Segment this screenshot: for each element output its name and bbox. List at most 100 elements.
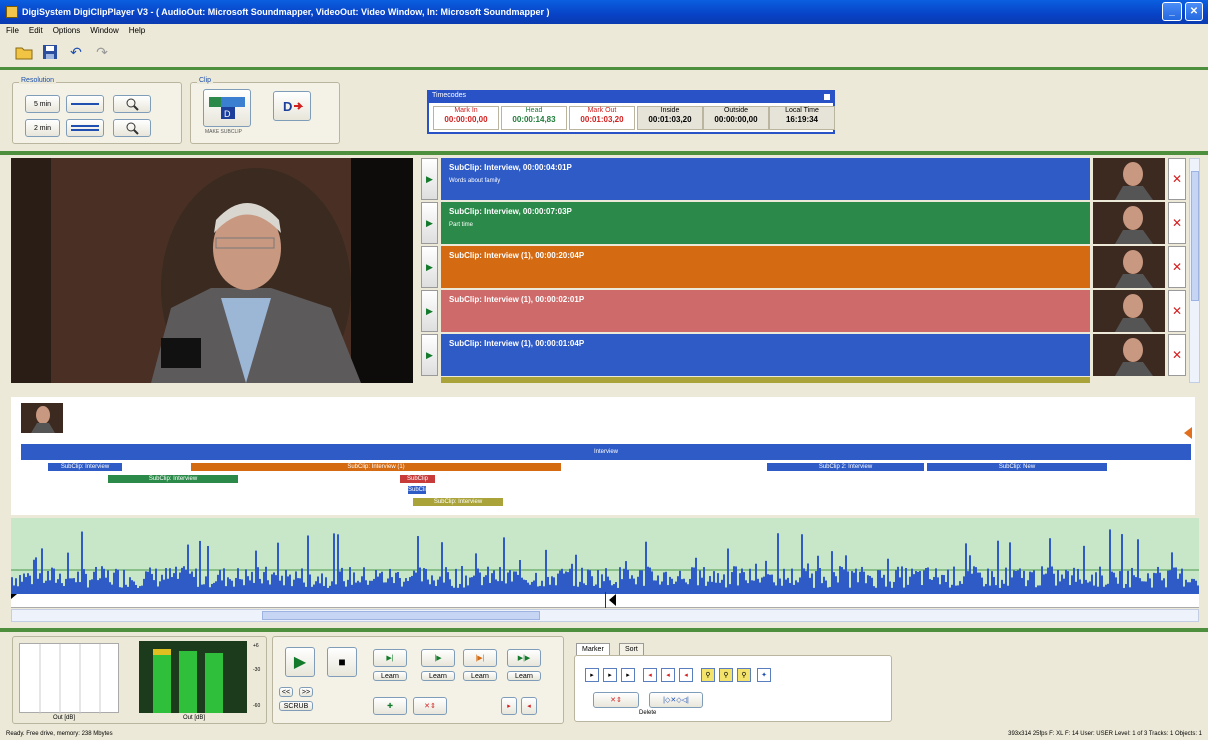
timeline[interactable]: Interview SubClip: Interview SubClip: In…	[11, 397, 1195, 515]
marker-search-icon[interactable]: ⚲	[737, 668, 751, 682]
learn-button[interactable]: Learn	[507, 671, 541, 681]
delete-marker-icon[interactable]: ✕⇕	[413, 697, 447, 715]
learn-button[interactable]: Learn	[463, 671, 497, 681]
inside-cell: Inside 00:01:03,20	[637, 106, 703, 130]
minimize-button[interactable]: _	[1162, 2, 1182, 21]
delete-selected-button[interactable]: ✕⇕	[593, 692, 639, 708]
playhead[interactable]	[605, 592, 606, 608]
rewind-button[interactable]: <<	[279, 687, 293, 697]
timeline-scroll-thumb[interactable]	[262, 611, 540, 620]
waveform-sample	[855, 568, 857, 594]
goto-end-button[interactable]: |▶|	[463, 649, 497, 667]
learn-button[interactable]: Learn	[421, 671, 455, 681]
zoom-split-button[interactable]	[66, 119, 104, 137]
marker-tool-icon[interactable]: ◂	[643, 668, 657, 682]
timeline-bar[interactable]: SubClip: Interview	[48, 463, 122, 471]
marker-search-icon[interactable]: ⚲	[701, 668, 715, 682]
add-marker-icon[interactable]: ✚	[373, 697, 407, 715]
step-forward-button[interactable]: |▶	[421, 649, 455, 667]
mark-out-icon[interactable]: ◂	[521, 697, 537, 715]
timeline-bar[interactable]: SubClip: Interview (1)	[191, 463, 561, 471]
menu-window[interactable]: Window	[90, 26, 118, 35]
subclip-play-button[interactable]: ▶	[421, 202, 438, 244]
subclip-row[interactable]: SubClip: Interview (1), 00:00:20:04P	[441, 246, 1090, 288]
menu-edit[interactable]: Edit	[29, 26, 43, 35]
timeline-bar[interactable]: SubClip	[400, 475, 435, 483]
timecode-close-icon[interactable]	[823, 93, 831, 101]
marker-tool-icon[interactable]: ▸	[621, 668, 635, 682]
menu-file[interactable]: File	[6, 26, 19, 35]
time-ruler[interactable]	[11, 592, 1199, 608]
menu-help[interactable]: Help	[129, 26, 145, 35]
two-min-button[interactable]: 2 min	[25, 119, 60, 137]
delete-subclip-icon[interactable]: ✕	[1168, 246, 1186, 288]
waveform-sample	[1091, 574, 1093, 594]
waveform-sample	[53, 568, 55, 594]
close-button[interactable]: ✕	[1185, 2, 1203, 21]
stop-button[interactable]: ■	[327, 647, 357, 677]
tab-marker[interactable]: Marker	[576, 643, 610, 655]
timeline-bar[interactable]: SubClip: New	[927, 463, 1107, 471]
zoom-out-button[interactable]	[113, 119, 151, 137]
subclip-row[interactable]: SubClip: Interview (1), 00:00:01:04P	[441, 334, 1090, 376]
marker-tool-icon[interactable]: ▸	[585, 668, 599, 682]
waveform-sample	[547, 576, 549, 594]
timeline-end-marker-icon[interactable]	[1184, 427, 1192, 439]
redo-icon[interactable]: ↷	[92, 42, 112, 62]
subclip-play-button[interactable]: ▶	[421, 158, 438, 200]
zoom-line-button[interactable]	[66, 95, 104, 113]
waveform-sample	[763, 576, 765, 594]
timeline-bar[interactable]: SubClip	[408, 486, 426, 494]
waveform-sample	[905, 567, 907, 594]
subclip-scroll-thumb[interactable]	[1191, 171, 1199, 301]
waveform-sample	[425, 568, 427, 594]
delete-all-button[interactable]: |◇✕◇◁|	[649, 692, 703, 708]
waveform-sample	[405, 578, 407, 594]
subclip-row[interactable]: SubClip: Interview, 00:00:04:01P Words a…	[441, 158, 1090, 200]
scrub-button[interactable]: SCRUB	[279, 701, 313, 711]
timeline-bar[interactable]: SubClip 2: Interview	[767, 463, 924, 471]
marker-search-icon[interactable]: ⚲	[719, 668, 733, 682]
play-range-button[interactable]: ▶|▶	[507, 649, 541, 667]
export-clip-button[interactable]: D	[273, 91, 311, 121]
marker-tool-icon[interactable]: ◂	[661, 668, 675, 682]
subclip-play-button[interactable]: ▶	[421, 334, 438, 376]
timeline-scrollbar[interactable]	[11, 609, 1199, 622]
save-icon[interactable]	[40, 42, 60, 62]
timeline-bar[interactable]: SubClip: Interview	[108, 475, 238, 483]
subclip-row[interactable]: SubClip: Interview, 00:00:07:03P Part ti…	[441, 202, 1090, 244]
goto-start-button[interactable]: ▶|	[373, 649, 407, 667]
waveform-sample	[1043, 574, 1045, 594]
delete-subclip-icon[interactable]: ✕	[1168, 158, 1186, 200]
five-min-button[interactable]: 5 min	[25, 95, 60, 113]
marker-settings-icon[interactable]: ✦	[757, 668, 771, 682]
marker-tool-icon[interactable]: ▸	[603, 668, 617, 682]
timeline-bar[interactable]: SubClip: Interview	[413, 498, 503, 506]
open-folder-icon[interactable]	[14, 42, 34, 62]
waveform-sample	[503, 537, 505, 594]
subclip-scrollbar[interactable]	[1189, 158, 1200, 383]
mark-in-icon[interactable]: ▸	[501, 697, 517, 715]
delete-subclip-icon[interactable]: ✕	[1168, 290, 1186, 332]
timeline-main-bar[interactable]: Interview	[21, 444, 1191, 460]
subclip-row[interactable]: SubClip: Interview (1), 00:00:02:01P	[441, 290, 1090, 332]
subclip-play-button[interactable]: ▶	[421, 290, 438, 332]
zoom-in-button[interactable]	[113, 95, 151, 113]
waveform-sample	[207, 545, 209, 594]
undo-icon[interactable]: ↶	[66, 42, 86, 62]
waveform-sample	[983, 586, 985, 594]
learn-button[interactable]: Learn	[373, 671, 407, 681]
tab-sort[interactable]: Sort	[619, 643, 644, 655]
play-button[interactable]: ▶	[285, 647, 315, 677]
delete-subclip-icon[interactable]: ✕	[1168, 334, 1186, 376]
fast-forward-button[interactable]: >>	[299, 687, 313, 697]
playhead-marker-icon[interactable]	[609, 594, 616, 606]
waveform-sample	[301, 568, 303, 594]
marker-tool-icon[interactable]: ◂	[679, 668, 693, 682]
audio-waveform[interactable]	[11, 518, 1199, 594]
video-window[interactable]	[11, 158, 413, 383]
menu-options[interactable]: Options	[53, 26, 81, 35]
delete-subclip-icon[interactable]: ✕	[1168, 202, 1186, 244]
make-subclip-button[interactable]: D	[203, 89, 251, 127]
subclip-play-button[interactable]: ▶	[421, 246, 438, 288]
